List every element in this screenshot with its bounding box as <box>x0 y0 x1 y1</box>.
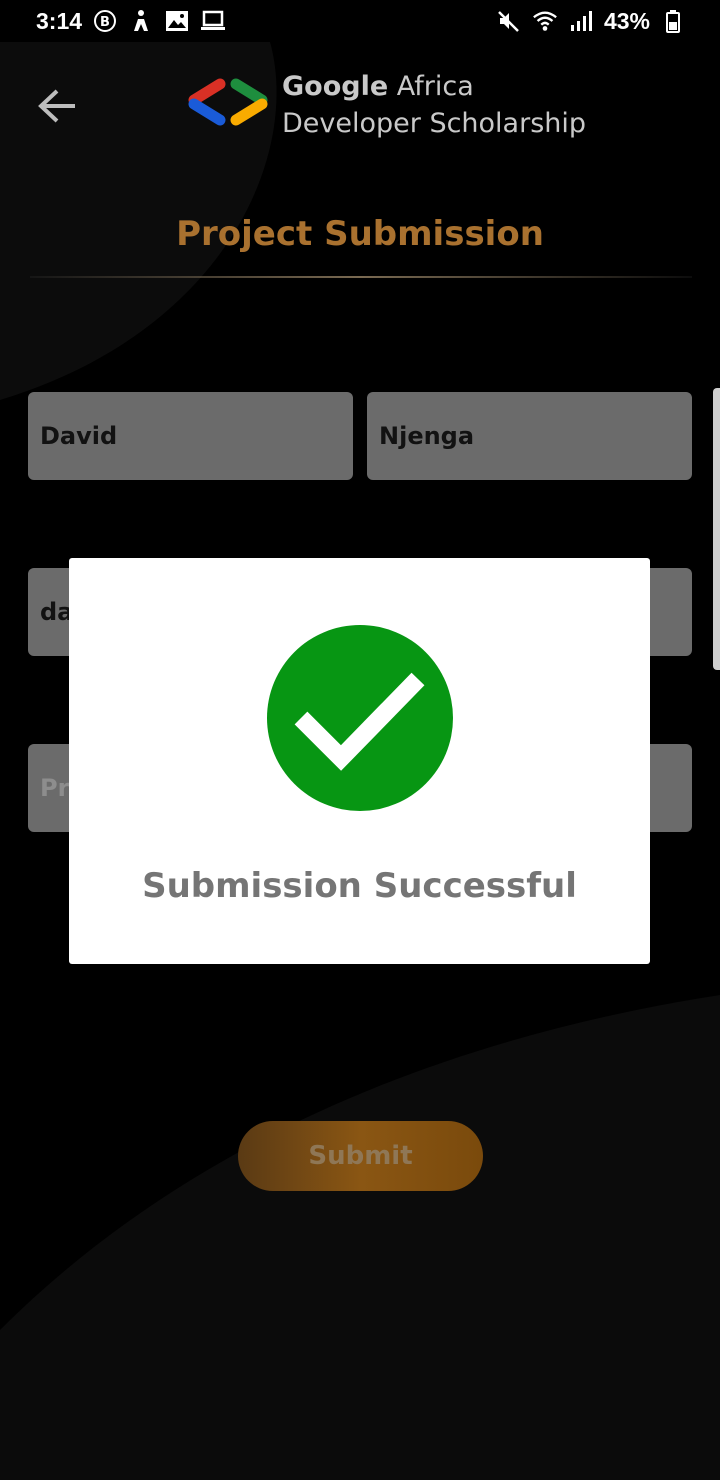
status-right: 43% <box>496 8 686 35</box>
signal-icon <box>568 8 594 34</box>
arrow-left-icon <box>38 89 75 123</box>
app-header: Google Africa Developer Scholarship <box>0 60 720 160</box>
image-icon <box>164 8 190 34</box>
success-dialog[interactable]: Submission Successful <box>69 558 650 964</box>
battery-icon <box>660 8 686 34</box>
title-divider <box>30 276 692 278</box>
wifi-icon <box>532 8 558 34</box>
last-name-field[interactable]: Njenga <box>367 392 692 480</box>
b-circle-icon: B <box>92 8 118 34</box>
submit-button[interactable]: Submit <box>238 1121 483 1191</box>
logo-line-1: Google Africa <box>282 68 586 105</box>
success-message: Submission Successful <box>142 866 577 906</box>
scroll-indicator <box>713 388 720 670</box>
battery-percent: 43% <box>603 7 650 34</box>
page-title: Project Submission <box>176 214 544 254</box>
mute-icon <box>496 8 522 34</box>
check-circle-icon <box>267 625 453 811</box>
status-time: 3:14 <box>36 7 83 34</box>
first-name-field[interactable]: David <box>28 392 353 480</box>
logo-africa-word: Africa <box>388 71 474 102</box>
logo-text: Google Africa Developer Scholarship <box>282 68 586 142</box>
status-bar: 3:14 B 43% <box>0 0 720 42</box>
accessibility-icon <box>128 8 154 34</box>
status-left: 3:14 B <box>36 8 226 35</box>
back-button[interactable] <box>30 82 84 130</box>
logo-google-word: Google <box>282 71 389 102</box>
gads-logo-icon <box>188 78 268 126</box>
svg-text:B: B <box>100 15 110 30</box>
laptop-icon <box>200 8 226 34</box>
logo-line-2: Developer Scholarship <box>282 108 587 139</box>
